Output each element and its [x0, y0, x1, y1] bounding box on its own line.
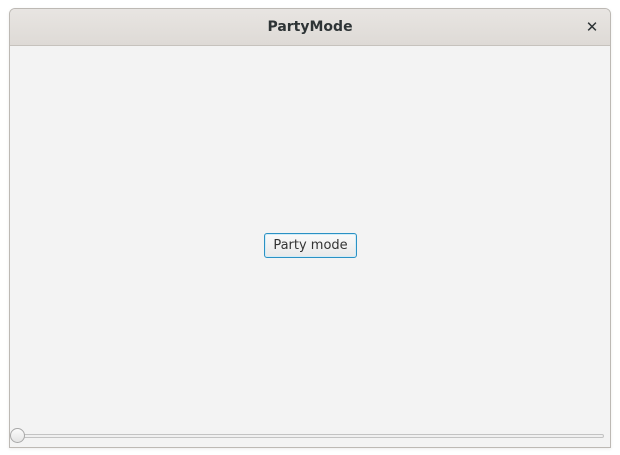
title-bar[interactable]: PartyMode ✕ — [10, 9, 610, 46]
close-icon[interactable]: ✕ — [580, 15, 604, 39]
party-mode-button[interactable]: Party mode — [264, 233, 357, 258]
slider-track[interactable] — [18, 434, 604, 438]
window-title: PartyMode — [267, 19, 353, 35]
app-window: PartyMode ✕ Party mode — [9, 8, 611, 448]
main-content: Party mode — [10, 46, 610, 447]
slider-thumb[interactable] — [10, 428, 25, 443]
